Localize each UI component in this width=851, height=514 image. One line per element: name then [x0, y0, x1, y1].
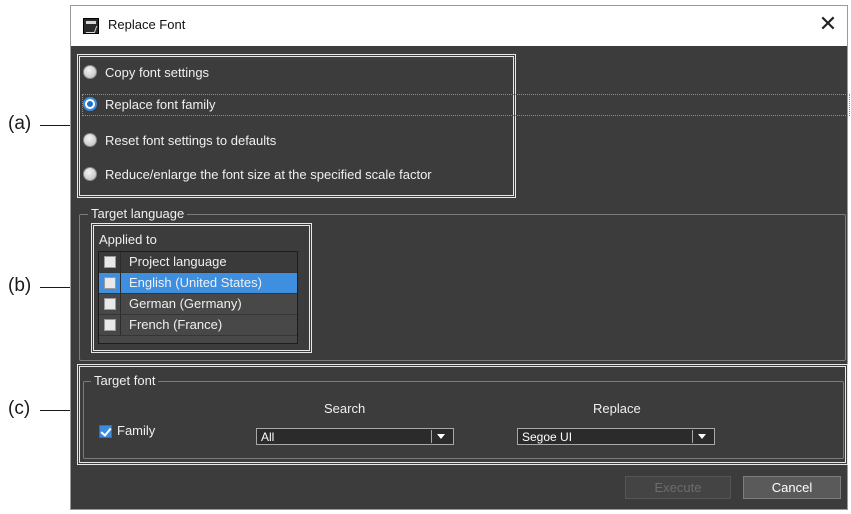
- radio-copy-font-settings[interactable]: [83, 65, 97, 79]
- chevron-down-icon[interactable]: [692, 430, 712, 443]
- execute-button[interactable]: Execute: [625, 476, 731, 499]
- row-label: French (France): [129, 317, 223, 332]
- option-label: Reset font settings to defaults: [105, 132, 277, 148]
- english-checkbox[interactable]: [104, 277, 116, 289]
- checkbox-cell: [99, 294, 121, 314]
- list-row-english[interactable]: English (United States): [99, 273, 297, 294]
- target-font-legend: Target font: [91, 373, 159, 388]
- radio-scale-font-size[interactable]: [83, 167, 97, 181]
- family-checkbox[interactable]: [99, 425, 112, 438]
- search-dropdown[interactable]: All: [256, 428, 454, 445]
- app-window-icon: [83, 18, 99, 34]
- row-label: English (United States): [129, 275, 262, 290]
- radio-reset-font-settings[interactable]: [83, 133, 97, 147]
- option-replace-font-family[interactable]: Replace font family: [83, 93, 216, 115]
- replace-dropdown[interactable]: Segoe UI: [517, 428, 715, 445]
- option-copy-font-settings[interactable]: Copy font settings: [83, 61, 209, 83]
- option-label: Copy font settings: [105, 64, 210, 80]
- title-bar: Replace Font ✕: [71, 6, 847, 46]
- list-header-row[interactable]: Project language: [99, 252, 297, 273]
- replace-column-header: Replace: [593, 401, 641, 416]
- radio-replace-font-family[interactable]: [83, 97, 97, 111]
- dialog-title: Replace Font: [108, 17, 186, 32]
- cancel-button[interactable]: Cancel: [743, 476, 841, 499]
- option-label: Reduce/enlarge the font size at the spec…: [105, 166, 432, 182]
- german-checkbox[interactable]: [104, 298, 116, 310]
- target-font-group: [83, 381, 844, 459]
- callout-b: (b): [8, 275, 32, 296]
- checkbox-cell: [99, 315, 121, 335]
- applied-to-label: Applied to: [99, 232, 157, 247]
- search-dropdown-value: All: [261, 430, 275, 444]
- chevron-down-icon[interactable]: [431, 430, 451, 443]
- project-language-checkbox[interactable]: [104, 256, 116, 268]
- french-checkbox[interactable]: [104, 319, 116, 331]
- close-icon[interactable]: ✕: [815, 12, 841, 38]
- family-label: Family: [117, 423, 156, 438]
- search-column-header: Search: [324, 401, 366, 416]
- replace-dropdown-value: Segoe UI: [522, 430, 573, 444]
- option-label: Replace font family: [105, 96, 216, 112]
- checkbox-cell: [99, 273, 121, 293]
- dialog-body: Copy font settings Replace font family R…: [71, 46, 850, 509]
- callout-a: (a): [8, 113, 32, 134]
- list-row-german[interactable]: German (Germany): [99, 294, 297, 315]
- list-row-french[interactable]: French (France): [99, 315, 297, 336]
- checkbox-cell: [99, 252, 121, 272]
- option-reset-font-settings[interactable]: Reset font settings to defaults: [83, 129, 276, 151]
- callout-c: (c): [8, 398, 31, 419]
- target-language-legend: Target language: [88, 206, 188, 221]
- replace-font-dialog: Replace Font ✕ Copy font settings Replac…: [70, 5, 850, 510]
- row-label: German (Germany): [129, 296, 242, 311]
- language-list[interactable]: Project language English (United States)…: [98, 251, 298, 344]
- row-label: Project language: [129, 254, 227, 269]
- option-scale-font-size[interactable]: Reduce/enlarge the font size at the spec…: [83, 163, 432, 185]
